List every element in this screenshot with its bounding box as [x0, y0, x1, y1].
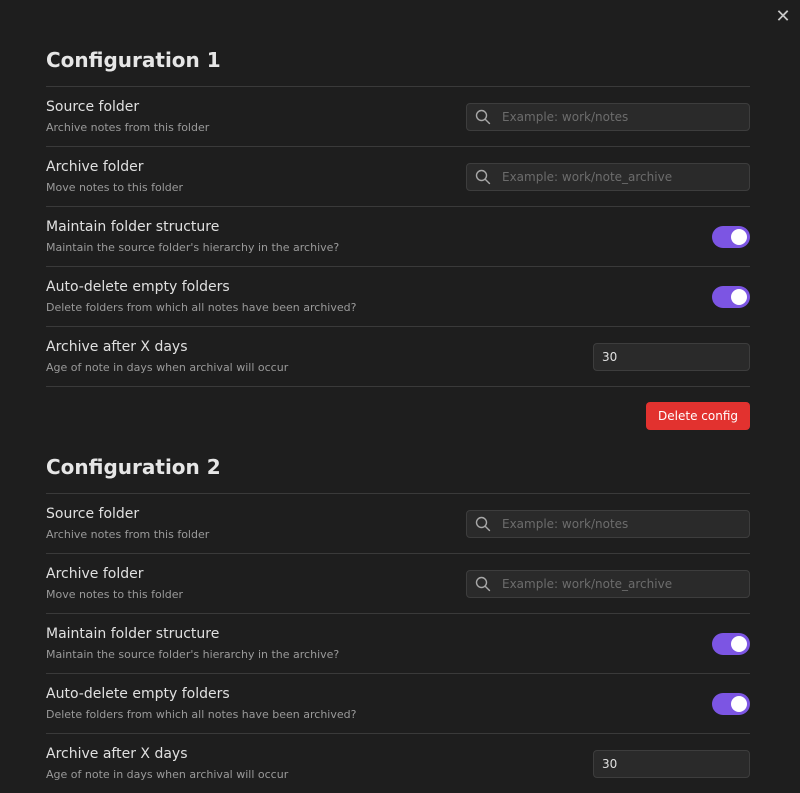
setting-name: Source folder: [46, 99, 140, 115]
toggle-knob: [731, 288, 747, 305]
maintain-structure-toggle[interactable]: [712, 632, 750, 655]
setting-desc: Age of note in days when archival will o…: [46, 768, 289, 781]
setting-archive-folder: Archive folder Move notes to this folder: [46, 554, 750, 614]
source-folder-search[interactable]: [466, 509, 750, 538]
archive-days-input[interactable]: [593, 342, 750, 371]
search-icon: [475, 576, 491, 591]
setting-auto-delete: Auto-delete empty folders Delete folders…: [46, 674, 750, 734]
auto-delete-toggle[interactable]: [712, 692, 750, 715]
search-icon: [475, 109, 491, 124]
setting-archive-folder: Archive folder Move notes to this folder: [46, 147, 750, 207]
archive-folder-input[interactable]: [500, 168, 744, 185]
archive-folder-search[interactable]: [466, 162, 750, 191]
setting-maintain-structure: Maintain folder structure Maintain the s…: [46, 207, 750, 267]
setting-name: Source folder: [46, 506, 140, 522]
configuration-1: Configuration 1 Source folder Archive no…: [46, 46, 750, 445]
setting-name: Maintain folder structure: [46, 626, 220, 642]
close-icon[interactable]: ✕: [772, 6, 794, 28]
setting-name: Archive folder: [46, 566, 144, 582]
setting-name: Archive after X days: [46, 339, 188, 355]
source-folder-input[interactable]: [500, 108, 744, 125]
setting-auto-delete: Auto-delete empty folders Delete folders…: [46, 267, 750, 327]
setting-archive-after: Archive after X days Age of note in days…: [46, 734, 750, 793]
setting-name: Archive after X days: [46, 746, 188, 762]
setting-source-folder: Source folder Archive notes from this fo…: [46, 494, 750, 554]
setting-desc: Maintain the source folder's hierarchy i…: [46, 648, 340, 661]
source-folder-search[interactable]: [466, 102, 750, 131]
setting-desc: Delete folders from which all notes have…: [46, 708, 357, 721]
maintain-structure-toggle[interactable]: [712, 225, 750, 248]
toggle-knob: [731, 635, 747, 652]
setting-desc: Archive notes from this folder: [46, 121, 210, 134]
setting-desc: Age of note in days when archival will o…: [46, 361, 289, 374]
setting-archive-after: Archive after X days Age of note in days…: [46, 327, 750, 386]
setting-desc: Maintain the source folder's hierarchy i…: [46, 241, 340, 254]
settings-content: Configuration 1 Source folder Archive no…: [46, 46, 750, 793]
setting-maintain-structure: Maintain folder structure Maintain the s…: [46, 614, 750, 674]
setting-source-folder: Source folder Archive notes from this fo…: [46, 87, 750, 147]
archive-folder-search[interactable]: [466, 569, 750, 598]
toggle-knob: [731, 228, 747, 245]
setting-name: Maintain folder structure: [46, 219, 220, 235]
search-icon: [475, 516, 491, 531]
config-heading: Configuration 2: [46, 453, 750, 494]
auto-delete-toggle[interactable]: [712, 285, 750, 308]
toggle-knob: [731, 695, 747, 712]
setting-name: Auto-delete empty folders: [46, 279, 230, 295]
config-heading: Configuration 1: [46, 46, 750, 87]
delete-config-button[interactable]: Delete config: [646, 402, 750, 430]
setting-desc: Move notes to this folder: [46, 181, 184, 194]
setting-desc: Delete folders from which all notes have…: [46, 301, 357, 314]
setting-name: Auto-delete empty folders: [46, 686, 230, 702]
archive-folder-input[interactable]: [500, 575, 744, 592]
source-folder-input[interactable]: [500, 515, 744, 532]
setting-desc: Move notes to this folder: [46, 588, 184, 601]
search-icon: [475, 169, 491, 184]
setting-name: Archive folder: [46, 159, 144, 175]
configuration-2: Configuration 2 Source folder Archive no…: [46, 453, 750, 793]
setting-desc: Archive notes from this folder: [46, 528, 210, 541]
delete-row: Delete config: [46, 386, 750, 445]
archive-days-input[interactable]: [593, 749, 750, 778]
